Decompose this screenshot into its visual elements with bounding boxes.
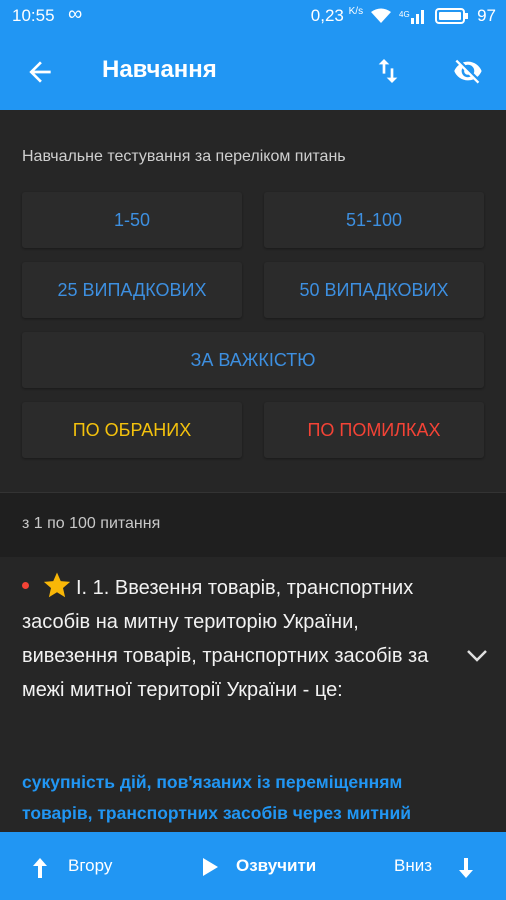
range-51-100-button[interactable]: 51-100 (264, 192, 484, 248)
favorites-button[interactable]: ПО ОБРАНИХ (22, 402, 242, 458)
question-card[interactable]: І. 1. Ввезення товарів, транспортних зас… (0, 557, 506, 832)
back-arrow-icon[interactable] (24, 56, 56, 88)
play-icon[interactable] (200, 856, 220, 878)
mistakes-button[interactable]: ПО ПОМИЛКАХ (264, 402, 484, 458)
page-title: Навчання (102, 56, 217, 83)
question-text: І. 1. Ввезення товарів, транспортних зас… (22, 577, 429, 701)
signal-icon: 4G (399, 10, 425, 24)
visibility-off-icon[interactable] (450, 56, 486, 86)
arrow-down-icon[interactable] (456, 856, 476, 880)
arrow-up-icon[interactable] (30, 856, 50, 880)
app-bar: Навчання (0, 32, 506, 110)
answer-text: сукупність дій, пов'язаних із переміщенн… (22, 772, 411, 823)
panel-subtitle: Навчальне тестування за переліком питань (22, 148, 346, 165)
range-1-50-button[interactable]: 1-50 (22, 192, 242, 248)
down-button[interactable]: Вниз (394, 856, 432, 876)
wifi-icon (371, 8, 392, 23)
battery-level: 97 (477, 6, 496, 25)
speak-button[interactable]: Озвучити (236, 856, 316, 876)
status-time: 10:55 (12, 6, 55, 25)
status-right: 0,23 K/s 4G 97 (311, 6, 496, 26)
test-options-panel: Навчальне тестування за переліком питань… (0, 110, 506, 492)
difficulty-button[interactable]: ЗА ВАЖКІСТЮ (22, 332, 484, 388)
battery-icon (435, 8, 469, 24)
sort-icon[interactable] (372, 54, 404, 88)
random-25-button[interactable]: 25 ВИПАДКОВИХ (22, 262, 242, 318)
random-50-button[interactable]: 50 ВИПАДКОВИХ (264, 262, 484, 318)
range-label: з 1 по 100 питання (22, 515, 161, 532)
svg-text:4G: 4G (399, 10, 410, 19)
infinity-icon: ∞ (68, 3, 83, 25)
range-header: з 1 по 100 питання (0, 492, 506, 558)
bottom-bar: Вгору Озвучити Вниз (0, 832, 506, 900)
chevron-down-icon[interactable] (466, 649, 488, 663)
status-bar: 10:55 ∞ 0,23 K/s 4G 97 (0, 0, 506, 32)
network-speed: 0,23 K/s (310, 6, 364, 25)
up-button[interactable]: Вгору (68, 856, 112, 876)
